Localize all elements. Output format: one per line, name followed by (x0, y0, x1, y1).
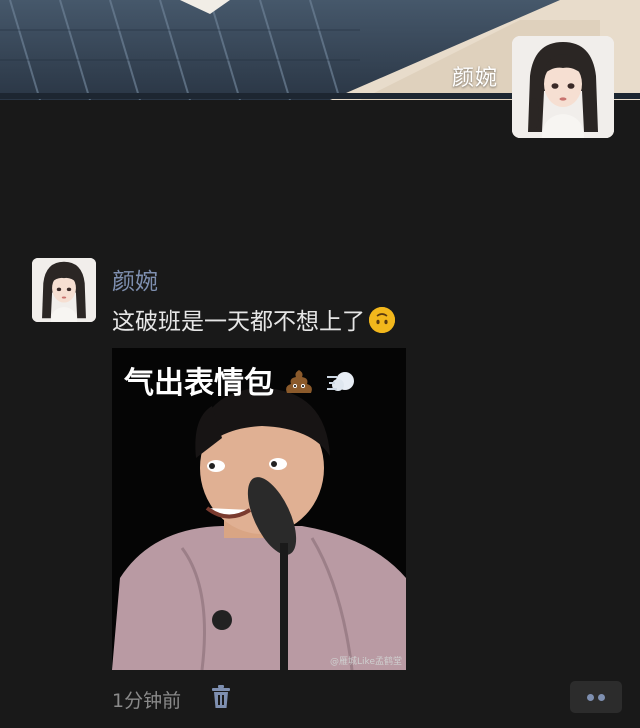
image-caption-text: 气出表情包 (124, 366, 274, 401)
trash-icon[interactable] (210, 685, 232, 709)
post-text-content: 这破班是一天都不想上了 (112, 309, 365, 335)
owner-avatar[interactable] (512, 36, 614, 138)
owner-name[interactable]: 颜婉 (452, 60, 498, 92)
post-text: 这破班是一天都不想上了 (112, 302, 395, 336)
more-actions-button[interactable] (570, 681, 622, 713)
post-timestamp: 1分钟前 (112, 690, 182, 712)
dash-icon (326, 372, 354, 391)
moments-feed: 颜婉 颜婉 这破班是一天都不想上了 气出表情包 @雁城Like孟鹤堂 1分钟前 (0, 0, 640, 728)
post-author-avatar[interactable] (32, 258, 96, 322)
avatar-illustration (32, 258, 96, 322)
post-image[interactable]: 气出表情包 @雁城Like孟鹤堂 (112, 348, 406, 670)
avatar-illustration (512, 36, 614, 138)
more-dots-icon (587, 694, 594, 701)
post-author-name[interactable]: 颜婉 (112, 262, 158, 296)
poop-icon (286, 370, 313, 393)
upside-down-face-icon (369, 307, 395, 333)
more-dots-icon (598, 694, 605, 701)
image-watermark: @雁城Like孟鹤堂 (330, 657, 402, 667)
image-caption: 气出表情包 (124, 358, 357, 402)
